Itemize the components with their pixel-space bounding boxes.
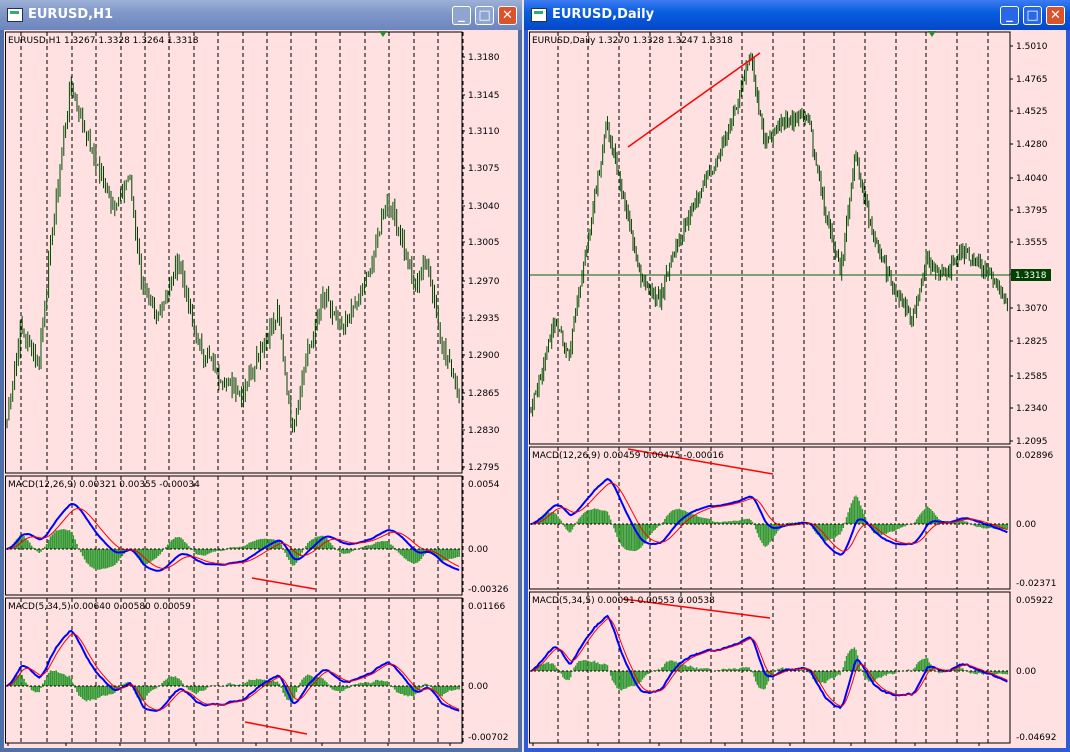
price-tick-label: 1.2795 (468, 463, 500, 473)
price-tick-label: 1.2585 (1016, 372, 1048, 382)
price-tick-label: 1.3555 (1016, 238, 1048, 248)
price-tick-label: 1.3110 (468, 127, 500, 137)
macd-tick-label: -0.04692 (1016, 733, 1056, 743)
macd-tick-label: 0.00 (1016, 667, 1036, 677)
window-titlebar[interactable]: EURUSD,Daily _ □ ✕ (524, 0, 1070, 30)
macd-signal-line (530, 618, 1008, 707)
maximize-button[interactable]: □ (475, 6, 494, 25)
close-button[interactable]: ✕ (498, 6, 517, 25)
price-tick-label: 1.2825 (1016, 337, 1048, 347)
macd-tick-label: 0.00 (468, 682, 488, 692)
price-tick-label: 1.3795 (1016, 206, 1048, 216)
window-title: EURUSD,Daily (552, 7, 655, 22)
price-tick-label: 1.4765 (1016, 75, 1048, 85)
minimize-button[interactable]: _ (1000, 6, 1019, 25)
chart-window-icon (531, 8, 547, 22)
price-tick-label: 1.3075 (468, 164, 500, 174)
macd-tick-label: 0.01166 (468, 602, 505, 612)
macd-tick-label: -0.00326 (468, 585, 509, 595)
price-tick-label: 1.3040 (468, 202, 500, 212)
macd1-header-label: MACD(12,26,9) 0.00321 0.00355 -0.00034 (8, 480, 200, 490)
price-tick-label: 1.2830 (468, 426, 500, 436)
price-tick-label: 1.4040 (1016, 174, 1048, 184)
maximize-button[interactable]: □ (1023, 6, 1042, 25)
price-tick-label: 1.3005 (468, 238, 500, 248)
divergence-trendline[interactable] (244, 721, 308, 735)
macd1-header-label: MACD(12,26,9) 0.00459 0.00475 -0.00016 (532, 451, 724, 461)
price-tick-label: 1.2340 (1016, 404, 1048, 414)
price-tick-label: 1.3180 (468, 53, 500, 63)
price-tick-label: 1.3070 (1016, 304, 1048, 314)
macd-main-line (530, 614, 1008, 710)
chart-window-daily[interactable]: EURUSD,Daily _ □ ✕ EURUSD,Daily 1.3270 1… (524, 0, 1070, 752)
macd-tick-label: -0.02371 (1016, 579, 1056, 589)
price-tick-label: 1.2935 (468, 314, 500, 324)
macd-tick-label: -0.00702 (468, 733, 508, 743)
chart-window-h1[interactable]: EURUSD,H1 _ □ ✕ EURUSD,H1 1.3267 1.3328 … (0, 0, 522, 752)
chart-area[interactable]: EURUSD,H1 1.3267 1.3328 1.3264 1.3318 MAC… (4, 30, 518, 748)
macd-signal-line (6, 507, 460, 569)
macd-main-line (6, 629, 460, 712)
period-separator-marker (379, 31, 387, 37)
price-header-label: EURUSD,Daily 1.3270 1.3328 1.3247 1.3318 (532, 36, 733, 46)
macd-tick-label: 0.02896 (1016, 451, 1053, 461)
macd2-header-label: MACD(5,34,5) 0.00091 0.00553 0.00538 (532, 596, 715, 606)
pane-frame (529, 31, 1011, 445)
divergence-trendline[interactable] (627, 52, 761, 148)
price-tick-label: 1.2900 (468, 351, 500, 361)
macd-main-line (6, 502, 460, 572)
divergence-trendline[interactable] (251, 577, 316, 590)
macd-tick-label: 0.00 (468, 545, 488, 555)
chart-area[interactable]: EURUSD,Daily 1.3270 1.3328 1.3247 1.3318… (528, 30, 1066, 748)
price-tick-label: 1.5010 (1016, 42, 1048, 52)
window-title: EURUSD,H1 (28, 7, 114, 22)
macd-tick-label: 0.00 (1016, 520, 1036, 530)
close-button[interactable]: ✕ (1046, 6, 1065, 25)
price-header-label: EURUSD,H1 1.3267 1.3328 1.3264 1.3318 (8, 36, 199, 46)
minimize-button[interactable]: _ (452, 6, 471, 25)
price-bars (530, 52, 1008, 417)
macd-tick-label: 0.05922 (1016, 596, 1053, 606)
price-tick-label: 1.3145 (468, 91, 500, 101)
pane-frame (5, 31, 463, 474)
current-price-label: 1.3318 (1015, 271, 1047, 281)
price-tick-label: 1.4280 (1016, 140, 1048, 150)
pane-frame (5, 597, 463, 744)
window-titlebar[interactable]: EURUSD,H1 _ □ ✕ (0, 0, 522, 30)
macd-signal-line (6, 633, 460, 711)
price-tick-label: 1.2095 (1016, 437, 1048, 447)
price-tick-label: 1.4525 (1016, 107, 1048, 117)
chart-window-icon (7, 8, 23, 22)
price-tick-label: 1.2970 (468, 277, 500, 287)
period-separator-marker (928, 31, 936, 37)
macd2-header-label: MACD(5,34,5) 0.00640 0.00580 0.00059 (8, 602, 191, 612)
price-bars (6, 76, 460, 433)
price-tick-label: 1.2865 (468, 389, 500, 399)
macd-tick-label: 0.0054 (468, 480, 500, 490)
